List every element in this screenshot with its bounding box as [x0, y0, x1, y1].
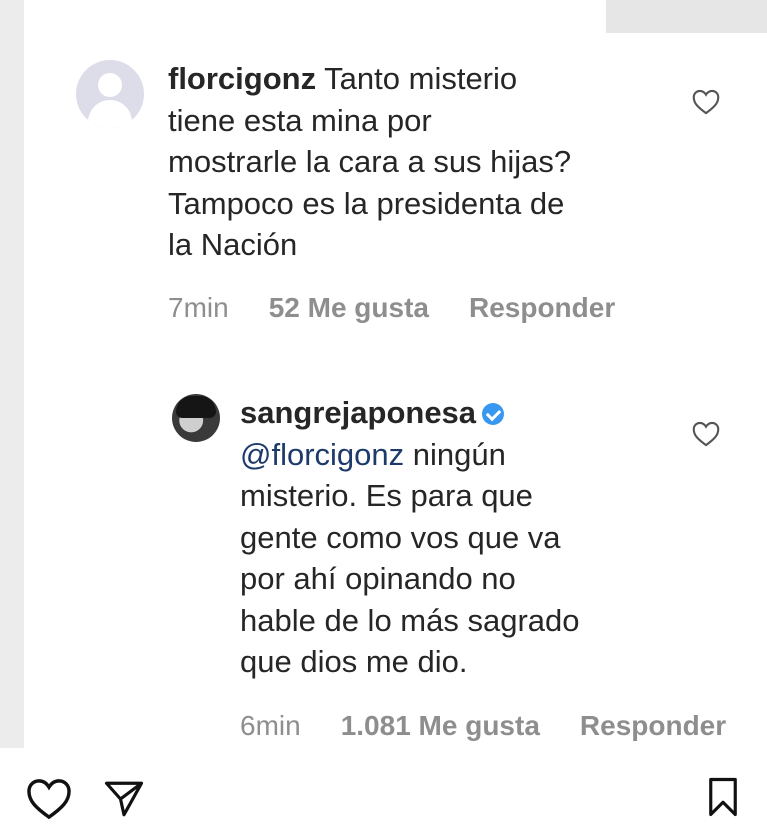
- bottom-action-bar: [0, 748, 767, 827]
- time: 6min: [240, 710, 301, 741]
- verified-badge-icon: [482, 403, 505, 425]
- comment-line: mostrarle la cara a sus hijas?: [168, 144, 572, 179]
- comment-meta: 6min 1.081 Me gusta Responder: [240, 710, 766, 742]
- username[interactable]: florcigonz: [168, 61, 316, 96]
- avatar-hair: [176, 396, 216, 418]
- comment-line: la Nación: [168, 227, 298, 262]
- comment-line: misterio. Es para que: [240, 478, 533, 513]
- comment-text: florcigonz Tanto misterio tiene esta min…: [168, 58, 668, 266]
- comment-text: sangrejaponesa @florcigonz ningún mister…: [240, 392, 740, 683]
- comment-1: florcigonz Tanto misterio tiene esta min…: [0, 0, 767, 340]
- reply-button[interactable]: Responder: [580, 710, 726, 741]
- mention-link[interactable]: @florcigonz: [240, 437, 404, 472]
- time: 7min: [168, 292, 229, 323]
- heart-outline-icon[interactable]: [692, 89, 720, 115]
- bookmark-icon[interactable]: [706, 776, 740, 818]
- avatar[interactable]: [76, 60, 144, 128]
- comment-line: hable de lo más sagrado: [240, 602, 580, 638]
- heart-outline-icon[interactable]: [692, 421, 720, 447]
- avatar-body: [88, 100, 132, 128]
- comment-line: que dios me dio.: [240, 644, 468, 679]
- paper-plane-icon[interactable]: [102, 778, 146, 820]
- avatar[interactable]: [172, 394, 220, 442]
- comment-2: sangrejaponesa @florcigonz ningún mister…: [0, 380, 767, 748]
- comment-line: ningún: [412, 436, 506, 472]
- avatar-head: [98, 73, 122, 97]
- likes-count[interactable]: 1.081 Me gusta: [341, 710, 540, 741]
- comment-line: por ahí opinando no: [240, 561, 516, 596]
- comment-meta: 7min 52 Me gusta Responder: [168, 292, 655, 324]
- comment-line: gente como vos que va: [240, 519, 561, 555]
- comment-line: tiene esta mina por: [168, 102, 432, 138]
- comment-line: Tampoco es la presidenta de: [168, 185, 565, 221]
- comment-line: Tanto misterio: [324, 61, 518, 96]
- reply-button[interactable]: Responder: [469, 292, 615, 323]
- username[interactable]: sangrejaponesa: [240, 395, 476, 430]
- heart-icon[interactable]: [26, 778, 72, 820]
- likes-count[interactable]: 52 Me gusta: [269, 292, 429, 323]
